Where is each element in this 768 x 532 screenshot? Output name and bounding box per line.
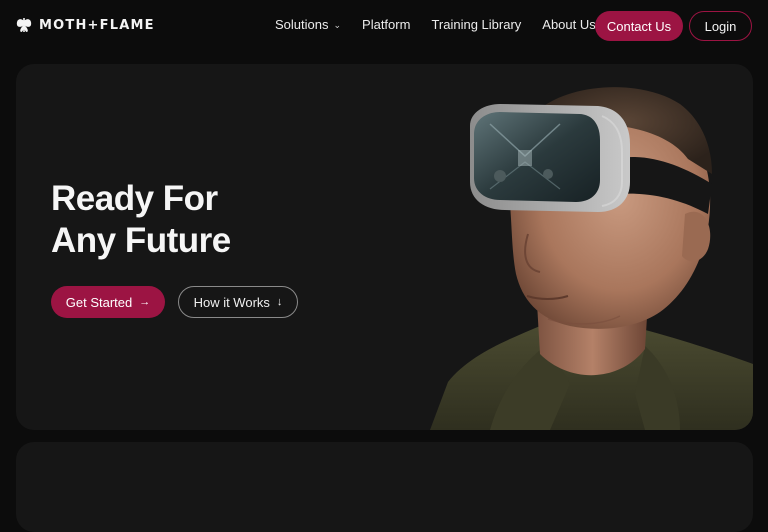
arrow-down-icon: ↓ xyxy=(276,296,283,308)
nav-item-label: Training Library xyxy=(431,17,522,32)
nav-item-platform[interactable]: Platform xyxy=(362,17,410,32)
nav-item-label: About Us xyxy=(542,17,596,32)
brand-logo[interactable]: MOTH+FLAME xyxy=(15,16,155,34)
hero-vr-headset-image xyxy=(430,87,753,430)
nav-item-training-library[interactable]: Training Library xyxy=(431,17,521,32)
nav-links: Solutions ⌄ Platform Training Library Ab… xyxy=(275,17,596,32)
hero-section: Ready For Any Future Get Started → How i… xyxy=(16,64,753,430)
get-started-button[interactable]: Get Started → xyxy=(51,286,165,318)
get-started-label: Get Started xyxy=(65,294,133,310)
how-it-works-button[interactable]: How it Works ↓ xyxy=(178,286,298,318)
chevron-down-icon: ⌄ xyxy=(333,20,342,30)
nav-item-label: Platform xyxy=(362,17,411,32)
nav-item-about-us[interactable]: About Us xyxy=(542,17,595,32)
hero-title-line2: Any Future xyxy=(51,221,231,260)
hero-title: Ready For Any Future xyxy=(51,178,231,262)
arrow-right-icon: → xyxy=(139,296,151,308)
nav-item-label: Solutions xyxy=(275,17,329,32)
contact-us-button[interactable]: Contact Us xyxy=(595,11,683,41)
how-it-works-label: How it Works xyxy=(193,294,270,310)
nav-item-solutions[interactable]: Solutions ⌄ xyxy=(275,17,341,32)
brand-name: MOTH+FLAME xyxy=(39,17,155,33)
hero-title-line1: Ready For xyxy=(51,179,218,218)
top-navbar: MOTH+FLAME Solutions ⌄ Platform Training… xyxy=(0,0,768,52)
login-button[interactable]: Login xyxy=(689,11,752,41)
moth-icon xyxy=(16,18,32,32)
next-section-card xyxy=(16,442,753,532)
